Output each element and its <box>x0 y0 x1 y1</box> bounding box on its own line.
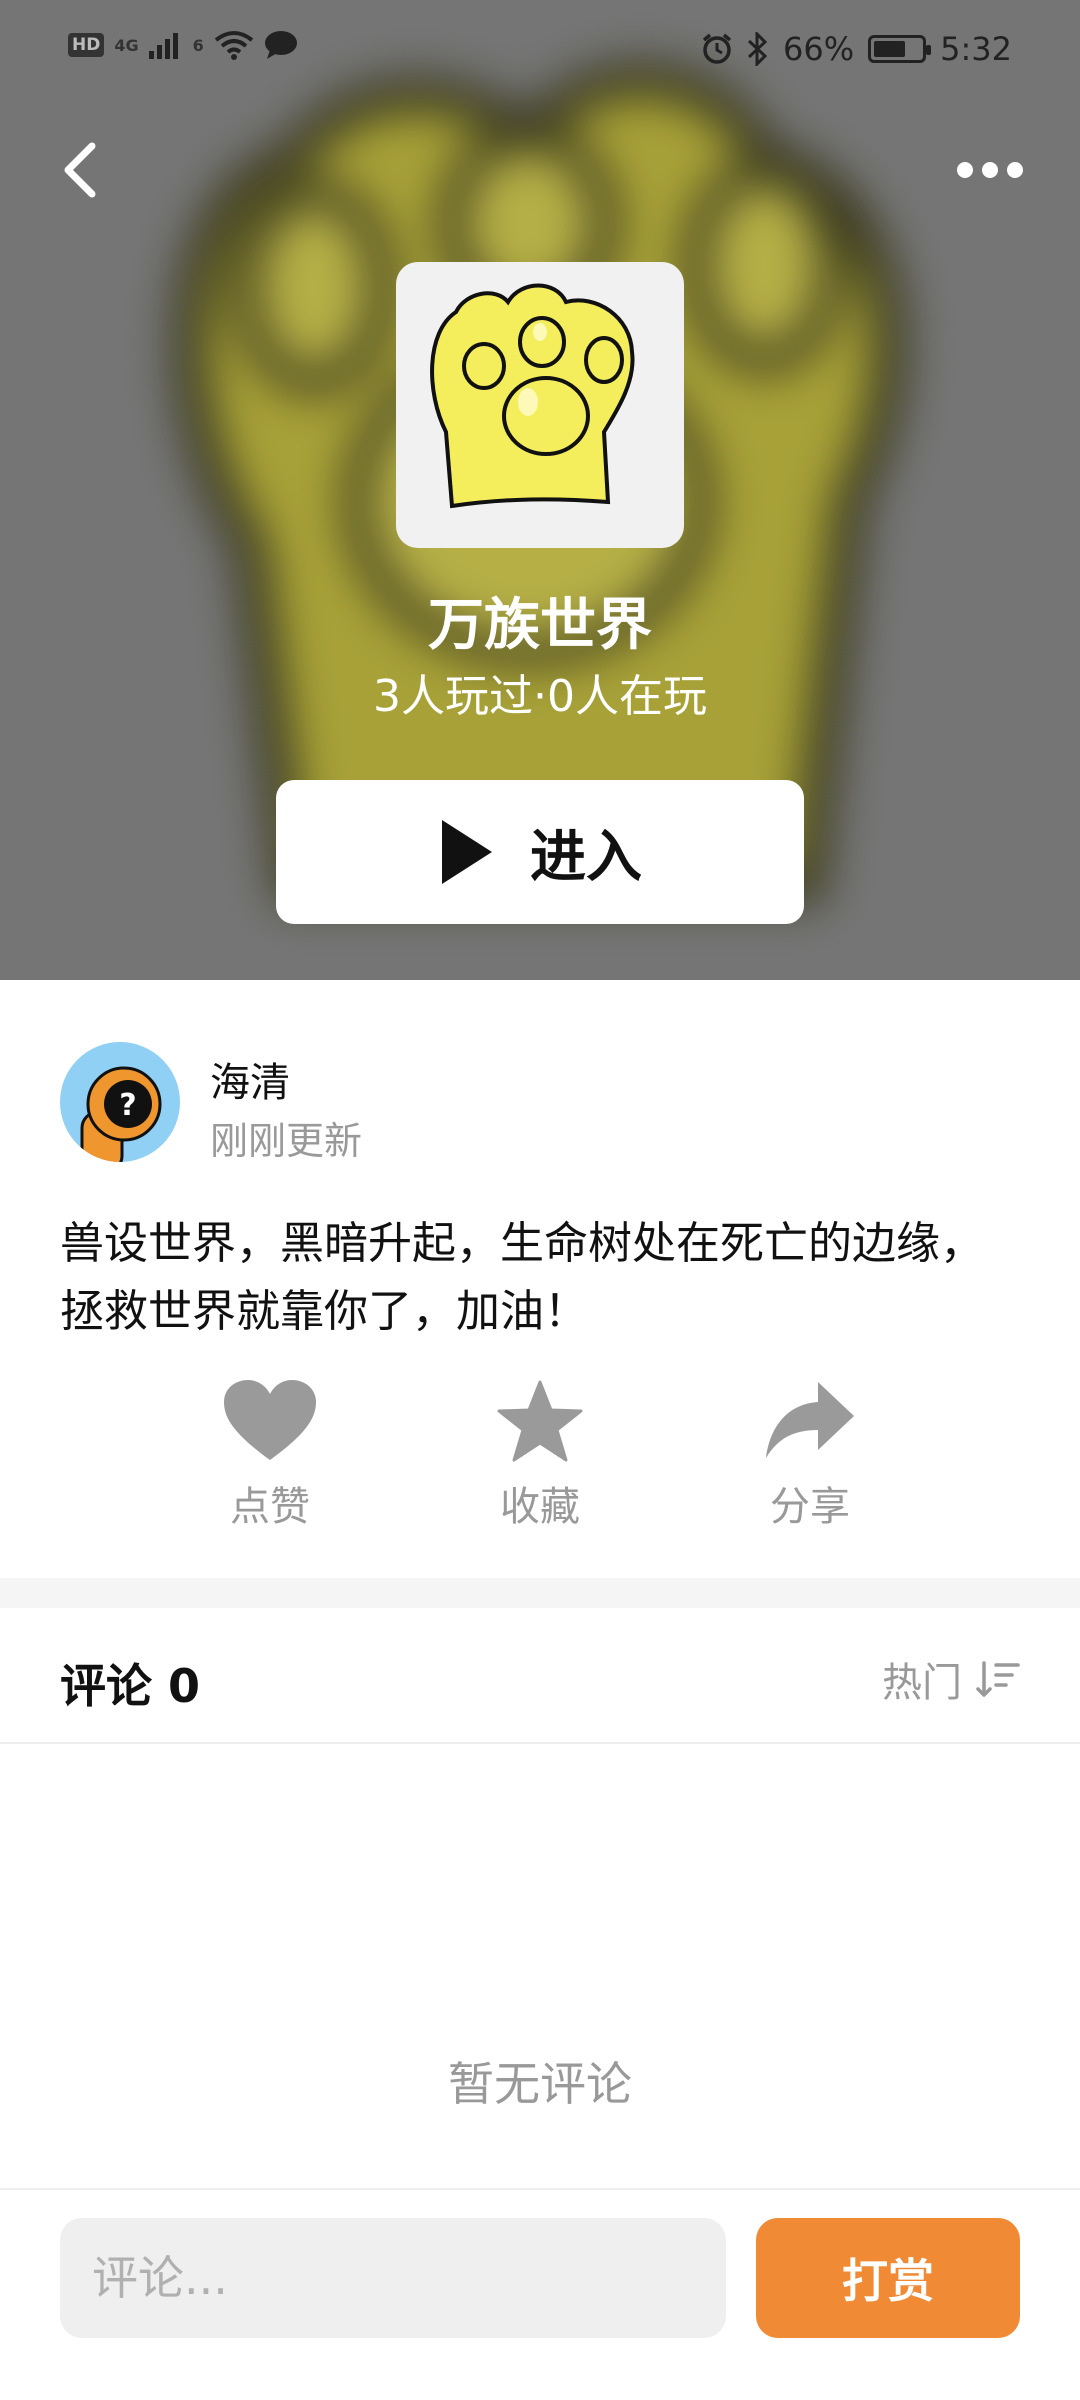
comments-header: 评论 0 热门 <box>60 1640 1020 1720</box>
network-type: 4G <box>114 35 139 55</box>
signal-icon <box>148 33 178 59</box>
empty-comments-text: 暂无评论 <box>448 2057 632 2111</box>
avatar[interactable]: ? <box>60 1042 180 1162</box>
comment-input[interactable] <box>60 2218 726 2338</box>
wifi-icon <box>214 31 253 60</box>
favorite-button[interactable]: 收藏 <box>440 1380 640 1532</box>
status-bar: HD 4G 6 66% 5:32 <box>0 0 1080 100</box>
play-icon <box>442 820 492 884</box>
game-stats: 3人玩过·0人在玩 <box>373 671 707 722</box>
game-hero: HD 4G 6 66% 5:32 万族世界 3人玩过·0人在玩 进入 <box>0 0 1080 980</box>
more-button[interactable] <box>950 140 1030 200</box>
author-name: 海清 <box>210 1060 290 1106</box>
favorite-label: 收藏 <box>500 1484 580 1530</box>
section-divider <box>0 1578 1080 1608</box>
status-right: 66% 5:32 <box>701 30 1012 68</box>
author-row[interactable]: ? 海清 刚刚更新 <box>60 1042 1020 1166</box>
battery-icon <box>868 35 932 63</box>
paw-icon <box>430 283 635 509</box>
hd-badge: HD <box>68 33 105 57</box>
game-icon <box>396 262 684 548</box>
more-dots-icon <box>957 162 1023 178</box>
game-description: 兽设世界，黑暗升起，生命树处在死亡的边缘，拯救世界就靠你了，加油！ <box>60 1218 984 1337</box>
bottom-bar-divider <box>0 2188 1080 2190</box>
alarm-icon <box>702 33 732 64</box>
battery-percent: 66% <box>783 30 855 68</box>
heart-icon <box>224 1380 316 1460</box>
bluetooth-icon <box>747 32 768 66</box>
clock: 5:32 <box>940 30 1012 68</box>
action-bar: 点赞 收藏 分享 <box>0 1380 1080 1550</box>
share-arrow-icon <box>766 1382 854 1458</box>
message-icon <box>264 31 297 59</box>
comments-title: 评论 0 <box>60 1659 201 1713</box>
like-button[interactable]: 点赞 <box>170 1380 370 1532</box>
back-button[interactable] <box>50 130 110 210</box>
share-label: 分享 <box>770 1484 850 1530</box>
star-icon <box>497 1380 583 1462</box>
sort-button[interactable]: 热门 <box>882 1650 1020 1708</box>
wifi-badge: 6 <box>192 35 204 55</box>
tip-button[interactable]: 打赏 <box>756 2218 1020 2338</box>
enter-button[interactable]: 进入 <box>276 780 804 924</box>
share-button[interactable]: 分享 <box>710 1380 910 1532</box>
sort-label: 热门 <box>882 1660 962 1706</box>
avatar-question-icon: ? <box>80 1066 162 1162</box>
enter-label: 进入 <box>530 824 642 890</box>
svg-text:?: ? <box>119 1088 136 1123</box>
chevron-left-icon <box>64 142 96 198</box>
status-left: HD 4G 6 <box>68 30 298 60</box>
like-label: 点赞 <box>230 1484 310 1530</box>
game-title: 万族世界 <box>428 593 652 658</box>
sort-icon <box>976 1661 1020 1697</box>
comments-divider <box>0 1742 1080 1744</box>
update-time: 刚刚更新 <box>210 1119 363 1163</box>
